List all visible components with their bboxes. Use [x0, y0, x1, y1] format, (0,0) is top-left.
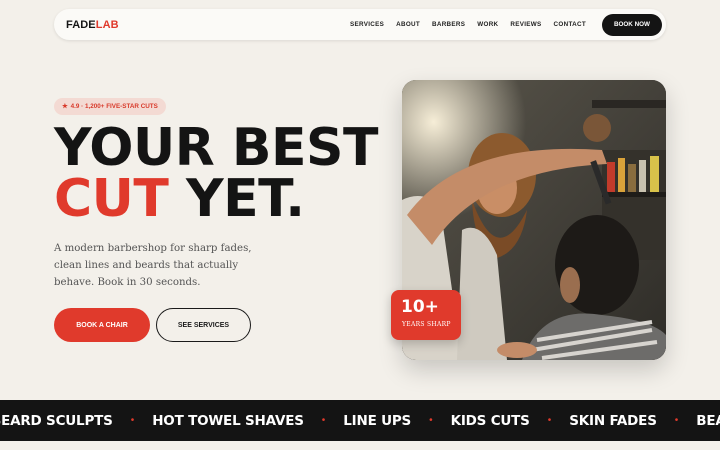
- logo-part-lab: LAB: [95, 18, 119, 31]
- marquee-item: HOT TOWEL SHAVES: [152, 412, 304, 429]
- star-icon: ★: [62, 103, 68, 110]
- rating-badge-text: 4.9 · 1,200+ FIVE-STAR CUTS: [70, 103, 158, 110]
- marquee-item: KIDS CUTS: [450, 412, 530, 429]
- years-stat-card: 10+ YEARS SHARP: [391, 290, 461, 340]
- book-a-chair-button[interactable]: BOOK A CHAIR: [54, 308, 150, 342]
- headline-line-1: YOUR BEST: [54, 118, 378, 178]
- marquee-item: BEARD SCULPTS: [0, 412, 113, 429]
- logo-part-fade: FADE: [66, 18, 96, 31]
- marquee-separator: •: [429, 415, 433, 426]
- logo[interactable]: FADELAB: [66, 19, 119, 31]
- marquee-item: SKIN FADES: [569, 412, 657, 429]
- headline-accent-word: CUT: [54, 169, 169, 229]
- marquee-separator: •: [130, 415, 135, 426]
- nav-link-reviews[interactable]: REVIEWS: [510, 21, 541, 28]
- years-stat-number: 10+: [401, 297, 439, 317]
- marquee-item: BEARD SCULPTS: [696, 412, 720, 429]
- nav-link-about[interactable]: ABOUT: [396, 21, 420, 28]
- top-nav: FADELAB SERVICES ABOUT BARBERS WORK REVI…: [54, 9, 666, 40]
- years-stat-label: YEARS SHARP: [402, 321, 451, 328]
- hero-subtext: A modern barbershop for sharp fades, cle…: [54, 243, 252, 288]
- nav-link-contact[interactable]: CONTACT: [554, 21, 586, 28]
- services-marquee: BEARD SCULPTS • HOT TOWEL SHAVES • LINE …: [0, 400, 720, 441]
- nav-links: SERVICES ABOUT BARBERS WORK REVIEWS CONT…: [350, 13, 662, 36]
- nav-link-barbers[interactable]: BARBERS: [432, 21, 465, 28]
- headline-line-2: CUT YET.: [54, 173, 378, 225]
- rating-badge: ★ 4.9 · 1,200+ FIVE-STAR CUTS: [54, 98, 166, 115]
- see-services-button[interactable]: SEE SERVICES: [156, 308, 251, 342]
- marquee-track: BEARD SCULPTS • HOT TOWEL SHAVES • LINE …: [0, 400, 720, 441]
- marquee-item: LINE UPS: [343, 412, 412, 429]
- headline-rest: YET.: [168, 169, 305, 229]
- marquee-separator: •: [674, 415, 679, 426]
- marquee-separator: •: [547, 415, 552, 426]
- marquee-separator: •: [321, 415, 326, 426]
- nav-link-services[interactable]: SERVICES: [350, 21, 384, 28]
- book-now-button[interactable]: BOOK NOW: [601, 13, 662, 36]
- hero-headline: YOUR BEST CUT YET.: [54, 118, 378, 225]
- nav-link-work[interactable]: WORK: [477, 21, 498, 28]
